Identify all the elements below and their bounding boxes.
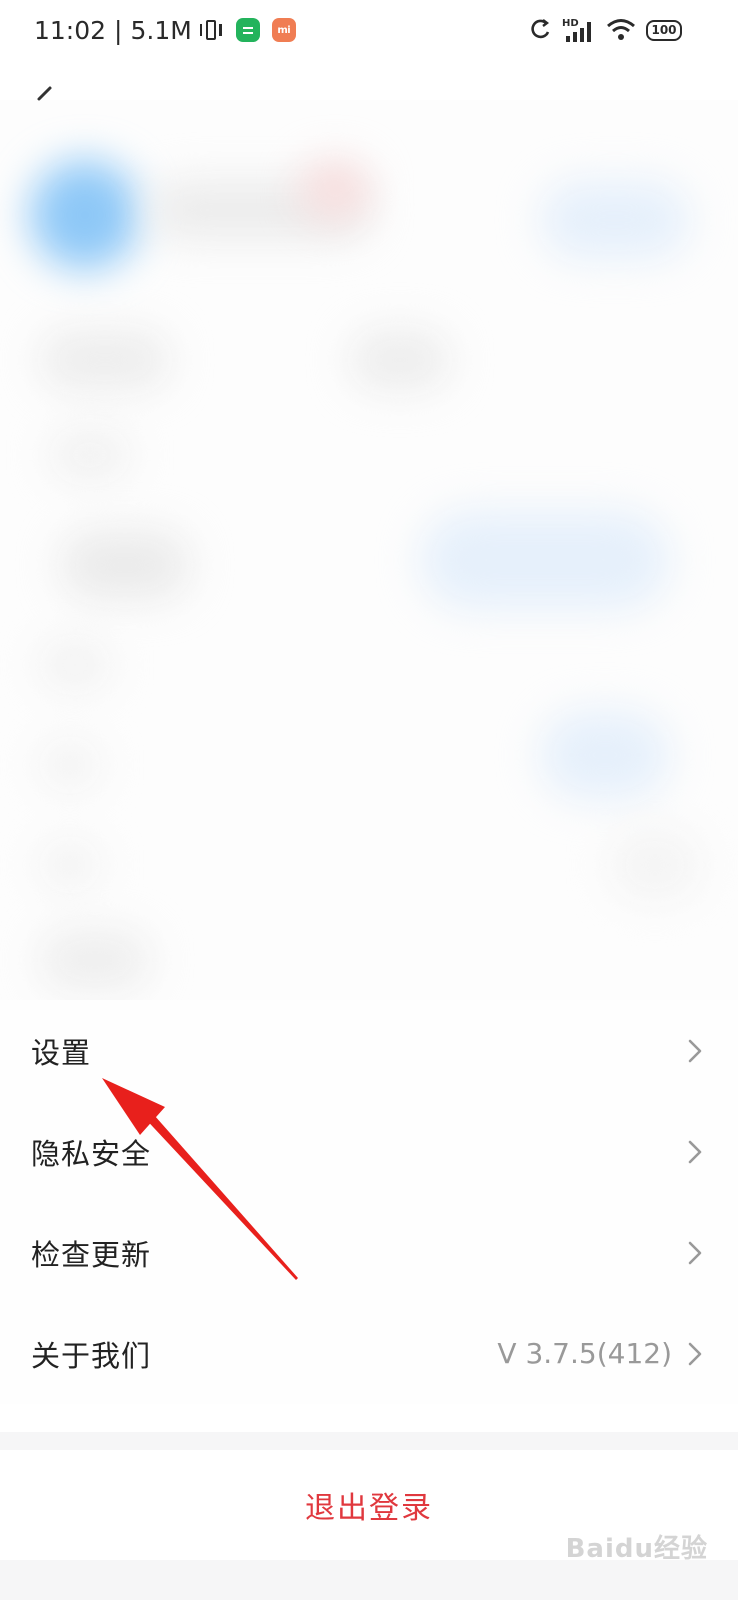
watermark: Baidu经验 [566,1528,708,1565]
logout-label: 退出登录 [305,1491,433,1526]
bottom-strip [0,1560,738,1600]
settings-menu: 设置 隐私安全 检查更新 关于我们 V 3.7.5(412) [0,1000,738,1404]
menu-item-check-update[interactable]: 检查更新 [0,1202,738,1303]
menu-item-privacy[interactable]: 隐私安全 [0,1101,738,1202]
menu-item-right [684,1036,706,1066]
menu-item-label: 隐私安全 [31,1136,152,1171]
status-bar: 11:02 | 5.1M mi HD 100 [0,0,738,60]
status-separator: | [114,15,123,45]
menu-item-settings[interactable]: 设置 [0,1000,738,1101]
chevron-right-icon [688,1241,702,1264]
chevron-right-icon [688,1140,702,1163]
blurred-avatar [30,160,140,270]
battery-level: 100 [651,23,677,37]
vibrate-icon [199,18,222,42]
wifi-icon [607,19,635,40]
menu-item-label: 检查更新 [31,1237,152,1272]
menu-item-right: V 3.7.5(412) [497,1337,706,1370]
net-speed: 5.1M [130,15,192,45]
menu-item-label: 关于我们 [31,1338,152,1373]
chevron-right-icon [688,1039,702,1062]
clock: 11:02 [34,15,107,45]
status-right: HD 100 [530,14,682,46]
menu-item-label: 设置 [31,1035,92,1070]
menu-item-right [684,1238,706,1268]
watermark-text: Baidu经验 [565,1534,708,1564]
back-icon[interactable] [30,82,64,116]
version-text: V 3.7.5(412) [497,1337,672,1370]
chevron-right-icon [688,1342,702,1365]
sync-icon [531,19,550,39]
hd-signal-icon: HD [562,18,591,42]
mi-app-icon: mi [271,18,296,42]
section-divider [0,1432,738,1450]
message-app-icon [235,18,260,42]
blurred-profile-area [0,100,738,1000]
status-left: 11:02 | 5.1M mi [34,13,296,47]
battery-icon: 100 [646,19,682,41]
menu-item-right [684,1137,706,1167]
menu-item-about[interactable]: 关于我们 V 3.7.5(412) [0,1303,738,1404]
svg-text:HD: HD [562,18,579,29]
screen: 11:02 | 5.1M mi HD 100 设置 隐私安全 检查更新 关于我们… [0,0,738,1600]
